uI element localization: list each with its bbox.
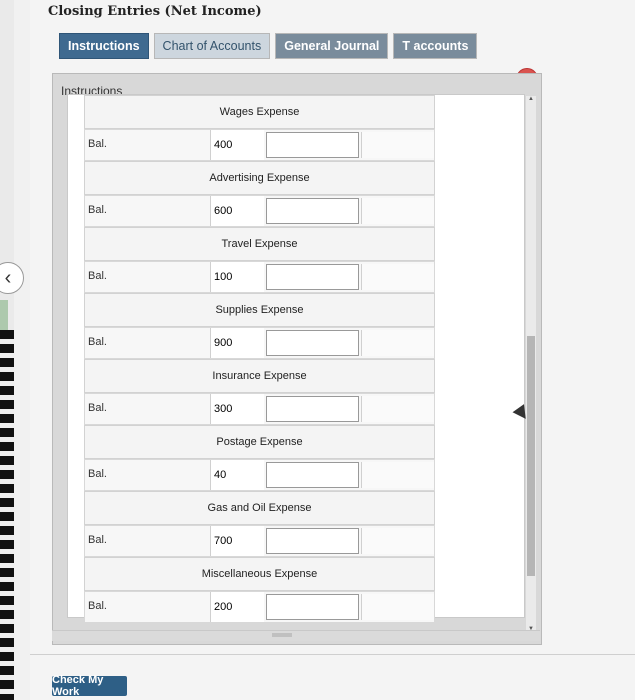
debit-balance: 200	[210, 592, 264, 622]
account-block: Travel Expense Bal. 100	[68, 227, 524, 293]
balance-row: Bal. 300	[84, 393, 435, 425]
page-title: Closing Entries (Net Income)	[48, 4, 262, 19]
account-name: Travel Expense	[84, 227, 435, 261]
account-name: Gas and Oil Expense	[84, 491, 435, 525]
tab-t-accounts[interactable]: T accounts	[393, 33, 478, 59]
scrollbar-thumb[interactable]	[527, 336, 535, 576]
scrollbar-grip[interactable]	[272, 633, 292, 637]
balance-row: Bal. 400	[84, 129, 435, 161]
account-name: Wages Expense	[84, 95, 435, 129]
credit-input[interactable]	[266, 462, 359, 488]
left-edge-bars	[0, 330, 14, 700]
vertical-scrollbar[interactable]: ▲ ▼	[526, 96, 536, 636]
account-block: Insurance Expense Bal. 300	[68, 359, 524, 425]
account-name: Advertising Expense	[84, 161, 435, 195]
debit-balance: 100	[210, 262, 264, 292]
account-block: Miscellaneous Expense Bal. 200	[68, 557, 524, 623]
balance-label: Bal.	[88, 336, 107, 348]
t-accounts-list: Wages Expense Bal. 400 Advertising Expen…	[67, 94, 525, 623]
account-name: Supplies Expense	[84, 293, 435, 327]
credit-input[interactable]	[266, 396, 359, 422]
balance-label: Bal.	[88, 468, 107, 480]
account-block: Gas and Oil Expense Bal. 700	[68, 491, 524, 557]
divider	[30, 654, 635, 655]
left-edge-strip	[0, 0, 14, 700]
tab-instructions[interactable]: Instructions	[59, 33, 149, 59]
tab-general-journal[interactable]: General Journal	[275, 33, 389, 59]
balance-label: Bal.	[88, 138, 107, 150]
account-block: Supplies Expense Bal. 900	[68, 293, 524, 359]
amount-cell[interactable]	[361, 396, 434, 422]
amount-cell[interactable]	[361, 132, 434, 158]
balance-row: Bal. 700	[84, 525, 435, 557]
amount-cell[interactable]	[361, 528, 434, 554]
amount-cell[interactable]	[361, 330, 434, 356]
balance-label: Bal.	[88, 204, 107, 216]
credit-input[interactable]	[266, 528, 359, 554]
credit-input[interactable]	[266, 594, 359, 620]
check-my-work-button[interactable]: Check My Work	[52, 674, 127, 698]
balance-row: Bal. 600	[84, 195, 435, 227]
account-block: Advertising Expense Bal. 600	[68, 161, 524, 227]
balance-label: Bal.	[88, 534, 107, 546]
main-area: Closing Entries (Net Income) Instruction…	[30, 0, 635, 700]
credit-input[interactable]	[266, 264, 359, 290]
account-name: Postage Expense	[84, 425, 435, 459]
balance-row: Bal. 40	[84, 459, 435, 491]
account-name: Insurance Expense	[84, 359, 435, 393]
debit-balance: 600	[210, 196, 264, 226]
account-name: Miscellaneous Expense	[84, 557, 435, 591]
instructions-panel: Instructions Wages Expense Bal. 400 Adve…	[52, 73, 542, 645]
debit-balance: 40	[210, 460, 264, 490]
debit-balance: 300	[210, 394, 264, 424]
scroll-up-icon[interactable]: ▲	[526, 96, 536, 106]
balance-row: Bal. 900	[84, 327, 435, 359]
balance-label: Bal.	[88, 600, 107, 612]
balance-label: Bal.	[88, 270, 107, 282]
credit-input[interactable]	[266, 132, 359, 158]
balance-row: Bal. 100	[84, 261, 435, 293]
amount-cell[interactable]	[361, 198, 434, 224]
tab-bar: Instructions Chart of Accounts General J…	[59, 33, 478, 59]
balance-label: Bal.	[88, 402, 107, 414]
credit-input[interactable]	[266, 330, 359, 356]
account-block: Postage Expense Bal. 40	[68, 425, 524, 491]
chevron-left-icon: ‹	[4, 266, 12, 289]
amount-cell[interactable]	[361, 462, 434, 488]
amount-cell[interactable]	[361, 264, 434, 290]
debit-balance: 400	[210, 130, 264, 160]
tab-chart-of-accounts[interactable]: Chart of Accounts	[153, 33, 271, 59]
debit-balance: 900	[210, 328, 264, 358]
debit-balance: 700	[210, 526, 264, 556]
balance-row: Bal. 200	[84, 591, 435, 623]
back-button[interactable]: ‹	[0, 262, 24, 294]
amount-cell[interactable]	[361, 594, 434, 620]
credit-input[interactable]	[266, 198, 359, 224]
account-block: Wages Expense Bal. 400	[68, 95, 524, 161]
horizontal-scrollbar[interactable]	[52, 630, 540, 641]
